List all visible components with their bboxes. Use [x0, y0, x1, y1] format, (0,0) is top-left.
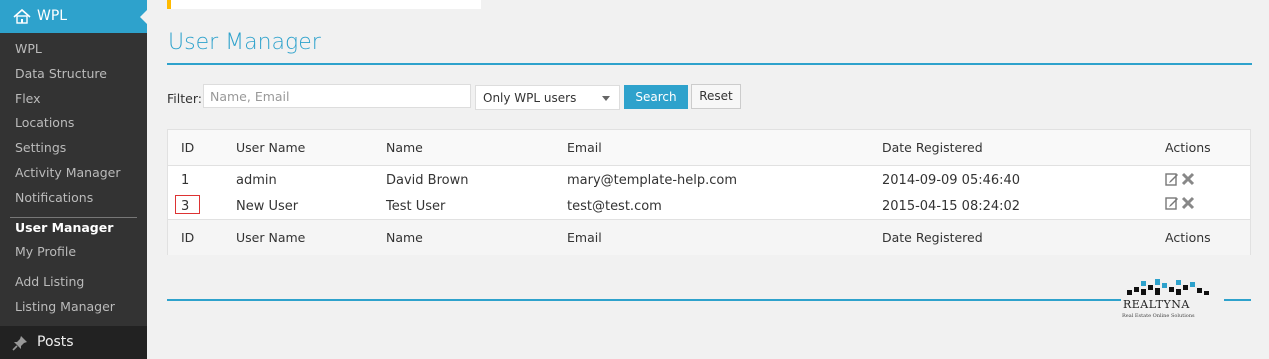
cell-user-name-link[interactable]: admin: [236, 173, 277, 188]
submenu-item-listing-manager[interactable]: Listing Manager: [15, 299, 115, 314]
column-footer-email[interactable]: Email: [567, 230, 602, 245]
page-title: User Manager: [168, 30, 321, 55]
menu-wpl[interactable]: WPL: [0, 0, 148, 33]
user-type-select-value: Only WPL users: [483, 91, 577, 105]
cell-date-registered: 2014-09-09 05:46:40: [882, 173, 1021, 188]
column-header-actions: Actions: [1165, 140, 1211, 155]
menu-posts-label: Posts: [37, 334, 74, 350]
column-footer-date-registered[interactable]: Date Registered: [882, 230, 983, 245]
wpl-submenu: WPL Data Structure Flex Locations Settin…: [0, 33, 147, 326]
realtyna-logo: REALTYNA Real Estate Online Solutions: [1121, 278, 1215, 322]
users-table: ID User Name Name Email Date Registered …: [167, 129, 1251, 255]
reset-button[interactable]: Reset: [691, 84, 741, 109]
table-row: 3 New User Test User test@test.com 2015-…: [168, 193, 1250, 219]
column-footer-actions: Actions: [1165, 230, 1211, 245]
cell-email: mary@template-help.com: [567, 173, 738, 188]
submenu-item-locations[interactable]: Locations: [15, 115, 74, 130]
admin-sidebar: WPL WPL Data Structure Flex Locations Se…: [0, 0, 148, 359]
table-row: 1 admin David Brown mary@template-help.c…: [168, 167, 1250, 193]
cell-id: 3: [181, 199, 190, 214]
cell-id: 1: [181, 173, 190, 188]
logo-wordmark: REALTYNA: [1123, 298, 1190, 311]
cell-user-name-link[interactable]: New User: [236, 199, 298, 214]
menu-posts[interactable]: Posts: [0, 326, 147, 359]
cell-date-registered: 2015-04-15 08:24:02: [882, 199, 1021, 214]
pin-icon: [12, 336, 27, 351]
delete-icon[interactable]: [1181, 196, 1195, 210]
column-footer-id[interactable]: ID: [181, 230, 194, 245]
filter-input[interactable]: [203, 84, 471, 108]
filter-label: Filter:: [167, 91, 202, 106]
delete-icon[interactable]: [1181, 172, 1195, 186]
submenu-divider: [10, 217, 137, 218]
submenu-item-user-manager[interactable]: User Manager: [15, 220, 113, 235]
submenu-item-wpl[interactable]: WPL: [15, 41, 42, 56]
table-header-row: ID User Name Name Email Date Registered …: [168, 130, 1250, 166]
column-footer-name[interactable]: Name: [386, 230, 423, 245]
column-header-user-name[interactable]: User Name: [236, 140, 305, 155]
cell-email: test@test.com: [567, 199, 662, 214]
chevron-down-icon: [602, 96, 610, 101]
column-header-name[interactable]: Name: [386, 140, 423, 155]
submenu-item-activity-manager[interactable]: Activity Manager: [15, 165, 121, 180]
footer-divider: [1224, 299, 1251, 301]
active-menu-arrow: [140, 9, 148, 25]
house-icon: [13, 8, 31, 24]
cell-name: David Brown: [386, 173, 469, 188]
submenu-item-settings[interactable]: Settings: [15, 140, 66, 155]
cell-name: Test User: [386, 199, 446, 214]
logo-tagline: Real Estate Online Solutions: [1122, 313, 1195, 319]
table-footer-row: ID User Name Name Email Date Registered …: [168, 219, 1250, 255]
admin-notice: [167, 0, 481, 9]
submenu-item-add-listing[interactable]: Add Listing: [15, 274, 84, 289]
column-header-date-registered[interactable]: Date Registered: [882, 140, 983, 155]
footer-divider: [167, 299, 1121, 301]
user-type-select[interactable]: Only WPL users: [475, 85, 620, 110]
search-button[interactable]: Search: [624, 85, 688, 109]
submenu-item-notifications[interactable]: Notifications: [15, 190, 93, 205]
column-footer-user-name[interactable]: User Name: [236, 230, 305, 245]
edit-icon[interactable]: [1165, 172, 1179, 186]
column-header-email[interactable]: Email: [567, 140, 602, 155]
column-header-id[interactable]: ID: [181, 140, 194, 155]
edit-icon[interactable]: [1165, 196, 1179, 210]
submenu-item-data-structure[interactable]: Data Structure: [15, 66, 107, 81]
skyline-icon: [1127, 279, 1209, 295]
menu-wpl-label: WPL: [37, 8, 68, 24]
submenu-item-flex[interactable]: Flex: [15, 91, 41, 106]
title-underline: [167, 63, 1252, 65]
submenu-item-my-profile[interactable]: My Profile: [15, 244, 76, 259]
